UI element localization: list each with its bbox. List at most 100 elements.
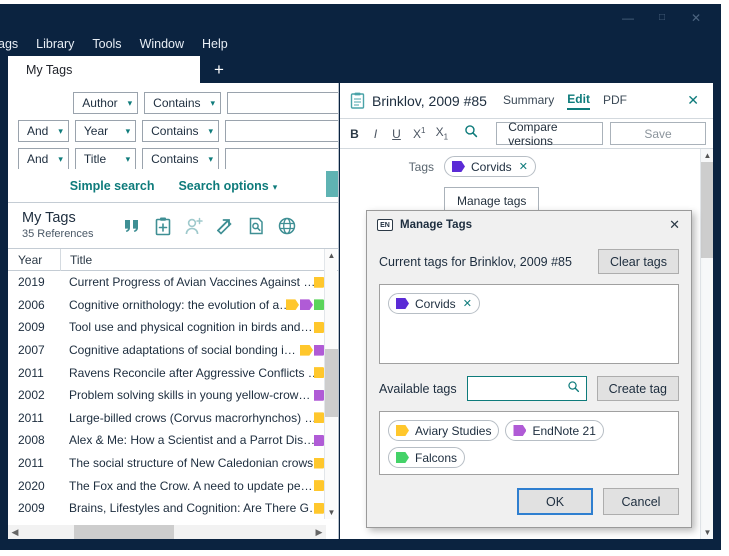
compare-versions-button[interactable]: Compare versions xyxy=(496,120,604,148)
cell-title: Tool use and physical cognition in birds… xyxy=(69,320,313,335)
search-operator-3[interactable]: And ▾ xyxy=(18,148,69,170)
manage-tags-row: Manage tags xyxy=(340,177,713,214)
tab-summary[interactable]: Summary xyxy=(503,93,554,109)
table-row[interactable]: 2002 Problem solving skills in young yell… xyxy=(8,384,338,407)
scroll-right-icon[interactable]: ▶ xyxy=(312,527,326,538)
search-field-2[interactable]: Year ▾ xyxy=(74,120,137,142)
create-tag-button[interactable]: Create tag xyxy=(596,376,679,401)
search-options-link[interactable]: Search options ▾ xyxy=(178,179,277,193)
available-tag-chip[interactable]: EndNote 21 xyxy=(505,420,604,441)
tab-pdf[interactable]: PDF xyxy=(603,93,627,109)
available-tags-box[interactable]: Aviary Studies EndNote 21 Falcons xyxy=(379,411,679,475)
search-field-1[interactable]: Author ▾ xyxy=(73,92,139,114)
menu-item-library[interactable]: Library xyxy=(27,35,83,53)
chevron-down-icon: ▾ xyxy=(210,97,216,108)
dialog-buttons: OK Cancel xyxy=(517,488,679,515)
search-comparator-2[interactable]: Contains ▾ xyxy=(142,120,220,142)
advanced-search-rows: ▾ Author ▾ Contains ▾ And ▾ xyxy=(8,83,338,170)
table-row[interactable]: 2007 Cognitive adaptations of social bond… xyxy=(8,339,338,362)
library-pane: ▾ Author ▾ Contains ▾ And ▾ xyxy=(8,83,339,539)
table-row[interactable]: 2011 Large-billed crows (Corvus macrorhyn… xyxy=(8,407,338,430)
underline-button[interactable]: U xyxy=(392,127,401,141)
search-operator-2[interactable]: And ▾ xyxy=(18,120,69,142)
bold-button[interactable]: B xyxy=(350,127,359,141)
minimize-button[interactable]: — xyxy=(611,5,645,31)
table-vertical-scrollbar[interactable]: ▲ ▼ xyxy=(324,249,338,519)
menu-item-tools[interactable]: Tools xyxy=(83,35,130,53)
reference-vertical-scrollbar[interactable]: ▲ ▼ xyxy=(700,149,713,539)
menu-bar: ags Library Tools Window Help xyxy=(0,32,721,56)
close-reference-icon[interactable]: ✕ xyxy=(687,92,699,109)
table-row[interactable]: 2008 Alex & Me: How a Scientist and a Par… xyxy=(8,429,338,452)
scroll-up-icon[interactable]: ▲ xyxy=(325,249,338,262)
close-button[interactable]: ✕ xyxy=(679,5,713,31)
menu-item-window[interactable]: Window xyxy=(131,35,193,53)
share-arrow-icon[interactable] xyxy=(215,216,235,236)
search-icon[interactable] xyxy=(464,124,478,143)
tag-color-marker xyxy=(300,344,313,356)
scroll-left-icon[interactable]: ◀ xyxy=(8,527,22,538)
add-person-icon[interactable] xyxy=(184,216,204,236)
search-value-3[interactable] xyxy=(225,148,338,170)
search-value-2[interactable] xyxy=(225,120,338,142)
scroll-track[interactable] xyxy=(22,525,312,539)
cell-title: Problem solving skills in young yellow-c… xyxy=(69,388,311,403)
search-comparator-1[interactable]: Contains ▾ xyxy=(144,92,222,114)
clear-tags-button[interactable]: Clear tags xyxy=(598,249,679,274)
scroll-thumb-horizontal[interactable] xyxy=(74,525,174,539)
quote-icon[interactable] xyxy=(122,216,142,236)
menu-item-help[interactable]: Help xyxy=(193,35,237,53)
dialog-body: Current tags for Brinklov, 2009 #85 Clea… xyxy=(367,239,691,475)
table-horizontal-scrollbar[interactable]: ◀ ▶ xyxy=(8,525,326,539)
globe-icon[interactable] xyxy=(277,216,297,236)
subscript-button[interactable]: X1 xyxy=(436,125,448,141)
current-tags-row: Current tags for Brinklov, 2009 #85 Clea… xyxy=(379,249,679,274)
my-tags-titles: My Tags 35 References xyxy=(8,210,94,241)
tag-chip-corvids[interactable]: Corvids ✕ xyxy=(444,156,536,177)
save-button[interactable]: Save xyxy=(610,122,707,145)
column-header-year[interactable]: Year xyxy=(8,253,60,267)
scroll-down-icon[interactable]: ▼ xyxy=(325,506,338,519)
page-title: My Tags xyxy=(22,210,76,226)
cell-year: 2019 xyxy=(18,275,45,290)
dialog-close-icon[interactable]: ✕ xyxy=(669,217,680,233)
current-tags-box[interactable]: Corvids ✕ xyxy=(379,284,679,364)
remove-tag-icon[interactable]: ✕ xyxy=(463,297,472,310)
simple-search-link[interactable]: Simple search xyxy=(70,179,155,193)
search-button[interactable] xyxy=(326,171,338,197)
scroll-thumb[interactable] xyxy=(325,349,338,417)
search-links-bar: Simple search Search options ▾ xyxy=(8,169,338,203)
table-row[interactable]: 2020 The Fox and the Crow. A need to upda… xyxy=(8,474,338,497)
available-tag-chip[interactable]: Aviary Studies xyxy=(388,420,500,441)
column-header-title[interactable]: Title xyxy=(60,248,338,271)
scroll-up-icon[interactable]: ▲ xyxy=(701,149,713,162)
current-tag-chip[interactable]: Corvids ✕ xyxy=(388,293,480,314)
copy-to-clipboard-icon[interactable] xyxy=(153,216,173,236)
available-tags-search-input[interactable] xyxy=(466,376,587,401)
available-tag-chip[interactable]: Falcons xyxy=(388,447,466,468)
menu-item-tags[interactable]: ags xyxy=(0,35,27,53)
table-row[interactable]: 2011 The social structure of New Caledoni… xyxy=(8,452,338,475)
superscript-button[interactable]: X1 xyxy=(413,126,425,141)
search-field-3[interactable]: Title ▾ xyxy=(74,148,137,170)
table-row[interactable]: 2009 Tool use and physical cognition in b… xyxy=(8,316,338,339)
find-full-text-icon[interactable] xyxy=(246,216,266,236)
tab-edit[interactable]: Edit xyxy=(567,92,590,110)
table-row[interactable]: 2006 Cognitive ornithology: the evolution… xyxy=(8,294,338,317)
search-row: And ▾ Year ▾ Contains ▾ xyxy=(8,119,338,143)
table-row[interactable]: 2011 Ravens Reconcile after Aggressive Co… xyxy=(8,361,338,384)
cell-year: 2011 xyxy=(18,456,44,471)
remove-tag-icon[interactable]: ✕ xyxy=(519,160,528,173)
search-value-1[interactable] xyxy=(227,92,338,114)
cancel-button[interactable]: Cancel xyxy=(603,488,679,515)
tab-my-tags[interactable]: My Tags xyxy=(8,56,200,83)
italic-button[interactable]: I xyxy=(371,127,380,141)
table-row[interactable]: 2009 Brains, Lifestyles and Cognition: Ar… xyxy=(8,497,338,519)
maximize-button[interactable]: □ xyxy=(645,5,679,31)
table-row[interactable]: 2019 Current Progress of Avian Vaccines A… xyxy=(8,271,338,294)
scroll-down-icon[interactable]: ▼ xyxy=(701,526,713,539)
new-tab-button[interactable]: + xyxy=(206,56,232,83)
scroll-thumb[interactable] xyxy=(701,162,713,258)
ok-button[interactable]: OK xyxy=(517,488,593,515)
search-comparator-3[interactable]: Contains ▾ xyxy=(142,148,220,170)
